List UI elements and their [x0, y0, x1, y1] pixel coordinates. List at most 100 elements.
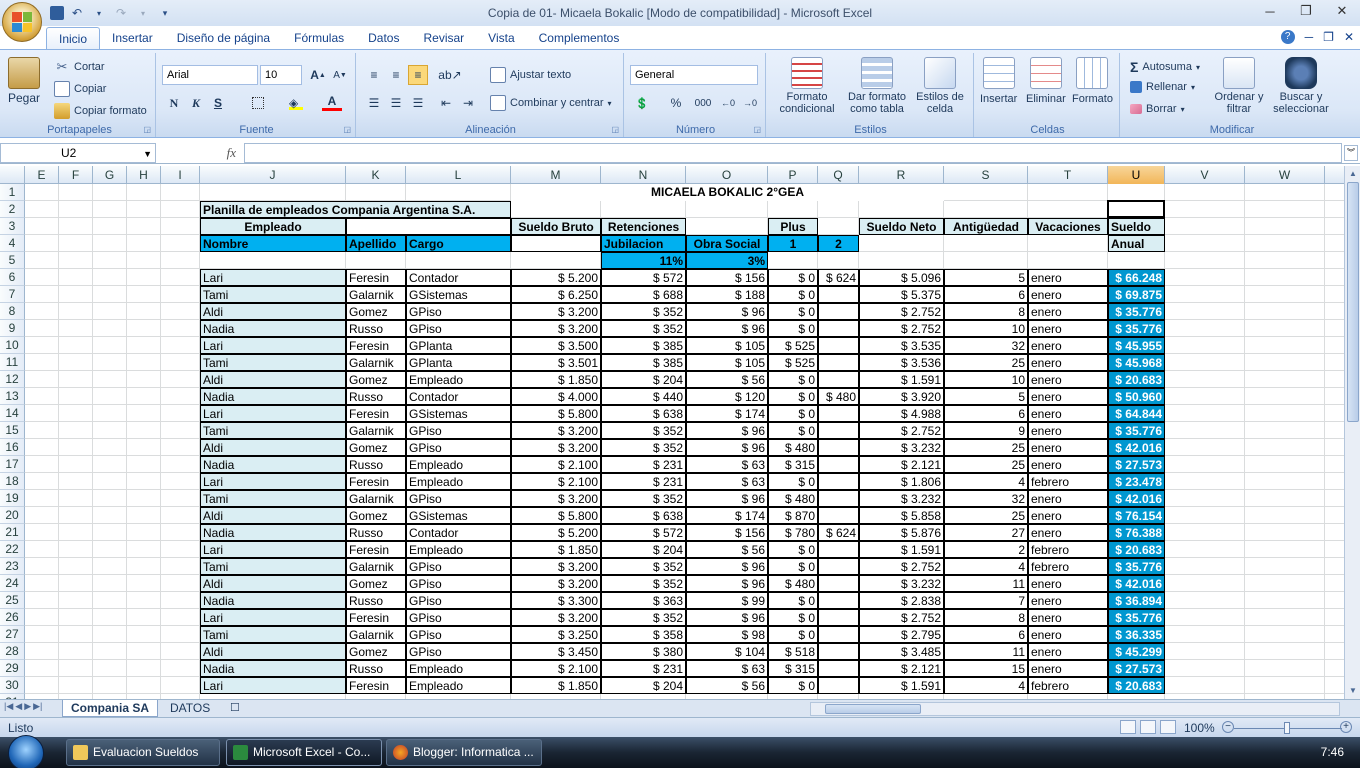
- table-cell[interactable]: $ 1.591: [859, 677, 944, 694]
- header-sueldo-bruto[interactable]: Sueldo Bruto: [511, 218, 601, 235]
- table-cell[interactable]: GSistemas: [406, 286, 511, 303]
- scroll-down-icon[interactable]: ▼: [1345, 683, 1360, 699]
- table-cell[interactable]: Tami: [200, 558, 346, 575]
- table-cell[interactable]: enero: [1028, 490, 1108, 507]
- table-cell[interactable]: 9: [944, 422, 1028, 439]
- table-cell[interactable]: GPiso: [406, 592, 511, 609]
- header-apellido[interactable]: Apellido: [346, 235, 406, 252]
- table-cell[interactable]: Russo: [346, 320, 406, 337]
- table-cell[interactable]: [818, 320, 859, 337]
- column-header[interactable]: L: [406, 166, 511, 184]
- table-cell[interactable]: [818, 558, 859, 575]
- table-cell[interactable]: 32: [944, 490, 1028, 507]
- table-cell[interactable]: Lari: [200, 405, 346, 422]
- table-cell[interactable]: $ 204: [601, 541, 686, 558]
- table-cell[interactable]: $ 56: [686, 677, 768, 694]
- row-header[interactable]: 16: [0, 439, 25, 456]
- table-cell[interactable]: [818, 422, 859, 439]
- table-cell[interactable]: GPiso: [406, 320, 511, 337]
- find-select-button[interactable]: Buscar y seleccionar: [1266, 57, 1336, 115]
- cells-area[interactable]: MICAELA BOKALIC 2°GEA Planilla de emplead…: [25, 184, 1344, 699]
- prev-sheet-icon[interactable]: ◀: [15, 701, 22, 712]
- table-cell[interactable]: 5: [944, 269, 1028, 286]
- header-nombre[interactable]: Nombre: [200, 235, 346, 252]
- table-cell[interactable]: Galarnik: [346, 558, 406, 575]
- table-cell[interactable]: $ 188: [686, 286, 768, 303]
- table-cell[interactable]: $ 63: [686, 473, 768, 490]
- header-vacaciones[interactable]: Vacaciones: [1028, 218, 1108, 235]
- taskbar-item-excel[interactable]: Microsoft Excel - Co...: [226, 739, 382, 766]
- table-cell[interactable]: Empleado: [406, 371, 511, 388]
- row-header[interactable]: 1: [0, 184, 25, 201]
- table-cell[interactable]: 25: [944, 507, 1028, 524]
- align-left-icon[interactable]: ☰: [364, 93, 384, 113]
- table-cell[interactable]: $ 3.232: [859, 439, 944, 456]
- table-cell[interactable]: $ 3.535: [859, 337, 944, 354]
- header-plus-2[interactable]: 2: [818, 235, 859, 252]
- table-cell[interactable]: Gomez: [346, 575, 406, 592]
- table-cell[interactable]: $ 572: [601, 269, 686, 286]
- row-header[interactable]: 9: [0, 320, 25, 337]
- paste-button[interactable]: Pegar: [8, 57, 40, 105]
- table-cell[interactable]: [818, 439, 859, 456]
- header-cargo[interactable]: Cargo: [406, 235, 511, 252]
- table-cell[interactable]: enero: [1028, 286, 1108, 303]
- table-cell[interactable]: $ 98: [686, 626, 768, 643]
- table-cell[interactable]: Aldi: [200, 643, 346, 660]
- percent-button[interactable]: %: [666, 93, 686, 113]
- table-cell[interactable]: [818, 541, 859, 558]
- table-cell[interactable]: enero: [1028, 609, 1108, 626]
- table-cell[interactable]: 10: [944, 371, 1028, 388]
- table-cell[interactable]: Russo: [346, 388, 406, 405]
- table-cell[interactable]: $ 4.000: [511, 388, 601, 405]
- table-cell[interactable]: 8: [944, 303, 1028, 320]
- table-cell[interactable]: Feresin: [346, 405, 406, 422]
- table-cell[interactable]: $ 120: [686, 388, 768, 405]
- table-cell[interactable]: $ 5.096: [859, 269, 944, 286]
- table-cell[interactable]: Aldi: [200, 575, 346, 592]
- row-header[interactable]: 17: [0, 456, 25, 473]
- column-header[interactable]: H: [127, 166, 161, 184]
- tab-vista[interactable]: Vista: [476, 27, 526, 49]
- table-cell[interactable]: $ 0: [768, 303, 818, 320]
- table-cell[interactable]: $ 0: [768, 320, 818, 337]
- row-header[interactable]: 27: [0, 626, 25, 643]
- table-cell[interactable]: Nadia: [200, 660, 346, 677]
- table-cell[interactable]: $ 480: [768, 439, 818, 456]
- increase-decimal-icon[interactable]: ←0: [718, 93, 738, 113]
- table-cell[interactable]: $ 1.591: [859, 541, 944, 558]
- row-header[interactable]: 21: [0, 524, 25, 541]
- table-cell[interactable]: $ 56: [686, 541, 768, 558]
- column-header[interactable]: V: [1165, 166, 1245, 184]
- row-header[interactable]: 7: [0, 286, 25, 303]
- align-middle-icon[interactable]: ≡: [386, 65, 406, 85]
- row-header[interactable]: 2: [0, 201, 25, 218]
- table-cell[interactable]: $ 3.920: [859, 388, 944, 405]
- table-cell[interactable]: $ 3.200: [511, 320, 601, 337]
- table-cell[interactable]: enero: [1028, 320, 1108, 337]
- row-header[interactable]: 28: [0, 643, 25, 660]
- table-cell[interactable]: $ 231: [601, 456, 686, 473]
- row-header[interactable]: 11: [0, 354, 25, 371]
- dialog-launcher-icon[interactable]: ◲: [611, 125, 619, 134]
- table-cell[interactable]: [818, 286, 859, 303]
- table-cell[interactable]: $ 352: [601, 490, 686, 507]
- table-cell[interactable]: $ 204: [601, 677, 686, 694]
- row-header[interactable]: 5: [0, 252, 25, 269]
- table-cell[interactable]: Gomez: [346, 507, 406, 524]
- sheet-title[interactable]: Planilla de empleados Compania Argentina…: [200, 201, 511, 218]
- table-cell[interactable]: $ 5.800: [511, 507, 601, 524]
- copy-button[interactable]: Copiar: [54, 81, 106, 97]
- currency-icon[interactable]: 💲: [632, 93, 652, 113]
- worksheet-grid[interactable]: EFGHIJKLMNOPQRSTUVW 1 2 3 4 5 6 7 8 9 10 11 12 13 14 1…: [0, 166, 1344, 699]
- table-cell[interactable]: Nadia: [200, 388, 346, 405]
- zoom-slider[interactable]: − +: [1222, 721, 1354, 735]
- table-cell[interactable]: febrero: [1028, 677, 1108, 694]
- table-cell[interactable]: Tami: [200, 490, 346, 507]
- table-cell[interactable]: $ 20.683: [1108, 371, 1165, 388]
- tab-datos[interactable]: Datos: [356, 27, 411, 49]
- underline-button[interactable]: S: [208, 93, 228, 113]
- insert-function-button[interactable]: fx: [160, 143, 242, 163]
- column-header[interactable]: N: [601, 166, 686, 184]
- table-cell[interactable]: $ 3.200: [511, 558, 601, 575]
